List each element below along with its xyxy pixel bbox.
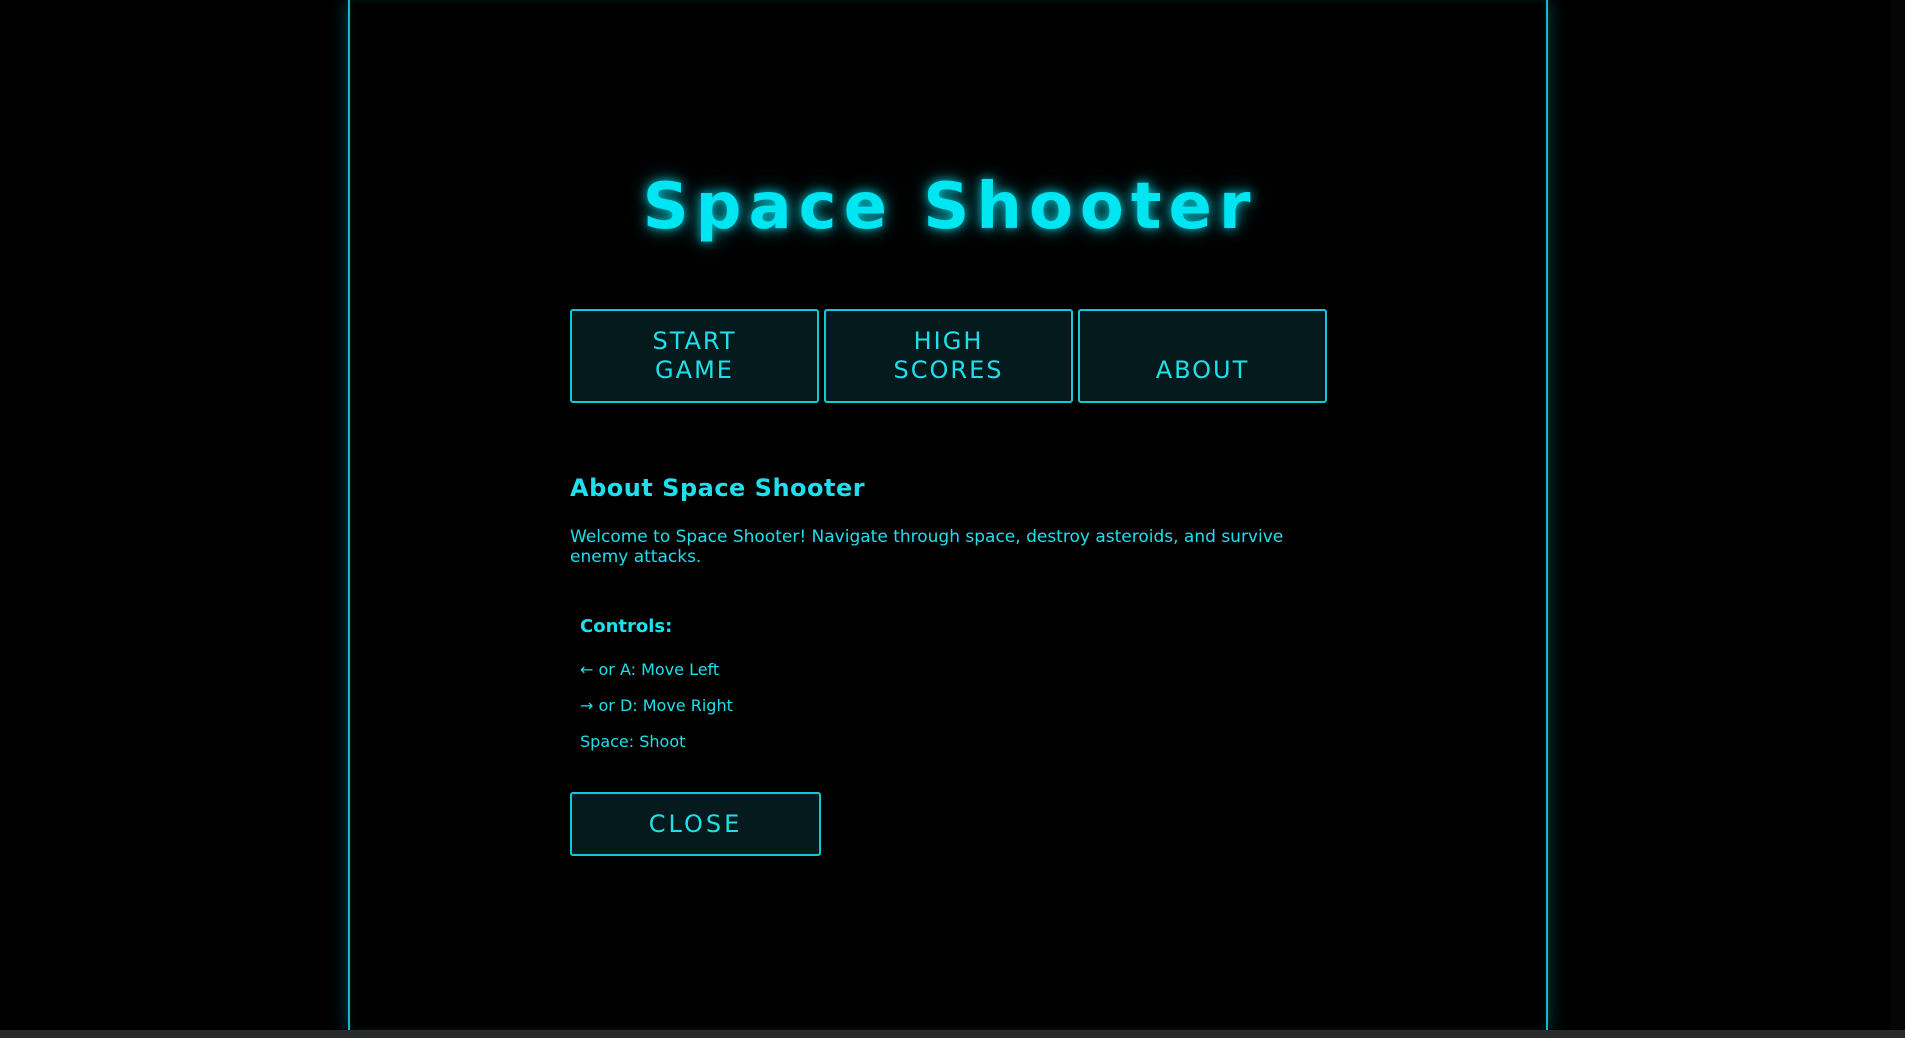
window-edge — [1890, 0, 1905, 1030]
control-shoot: Space: Shoot — [580, 732, 686, 751]
high-scores-button[interactable]: HIGH SCORES — [824, 309, 1073, 403]
game-frame: Space Shooter START GAME HIGH SCORES ABO… — [348, 0, 1548, 1030]
about-heading: About Space Shooter — [570, 474, 866, 502]
start-game-label-line2: GAME — [655, 356, 734, 384]
control-move-right: → or D: Move Right — [580, 696, 733, 715]
controls-section: Controls: ← or A: Move Left → or D: Move… — [580, 616, 733, 751]
close-label: CLOSE — [648, 810, 743, 838]
main-menu: START GAME HIGH SCORES ABOUT — [570, 309, 1330, 403]
game-title: Space Shooter — [642, 170, 1258, 244]
high-scores-label-line1: HIGH — [913, 327, 984, 355]
close-button[interactable]: CLOSE — [570, 792, 821, 856]
bottom-bar — [0, 1030, 1905, 1038]
about-button[interactable]: ABOUT — [1078, 309, 1327, 403]
start-game-label: START GAME — [620, 327, 770, 385]
about-panel: About Space Shooter Welcome to Space Sho… — [570, 474, 1350, 856]
high-scores-label: HIGH SCORES — [874, 327, 1024, 385]
about-label: ABOUT — [1155, 356, 1250, 384]
high-scores-label-line2: SCORES — [893, 356, 1004, 384]
controls-title: Controls: — [580, 616, 673, 637]
about-description: Welcome to Space Shooter! Navigate throu… — [570, 527, 1284, 567]
control-move-left: ← or A: Move Left — [580, 660, 720, 679]
start-game-label-line1: START — [652, 327, 737, 355]
start-game-button[interactable]: START GAME — [570, 309, 819, 403]
